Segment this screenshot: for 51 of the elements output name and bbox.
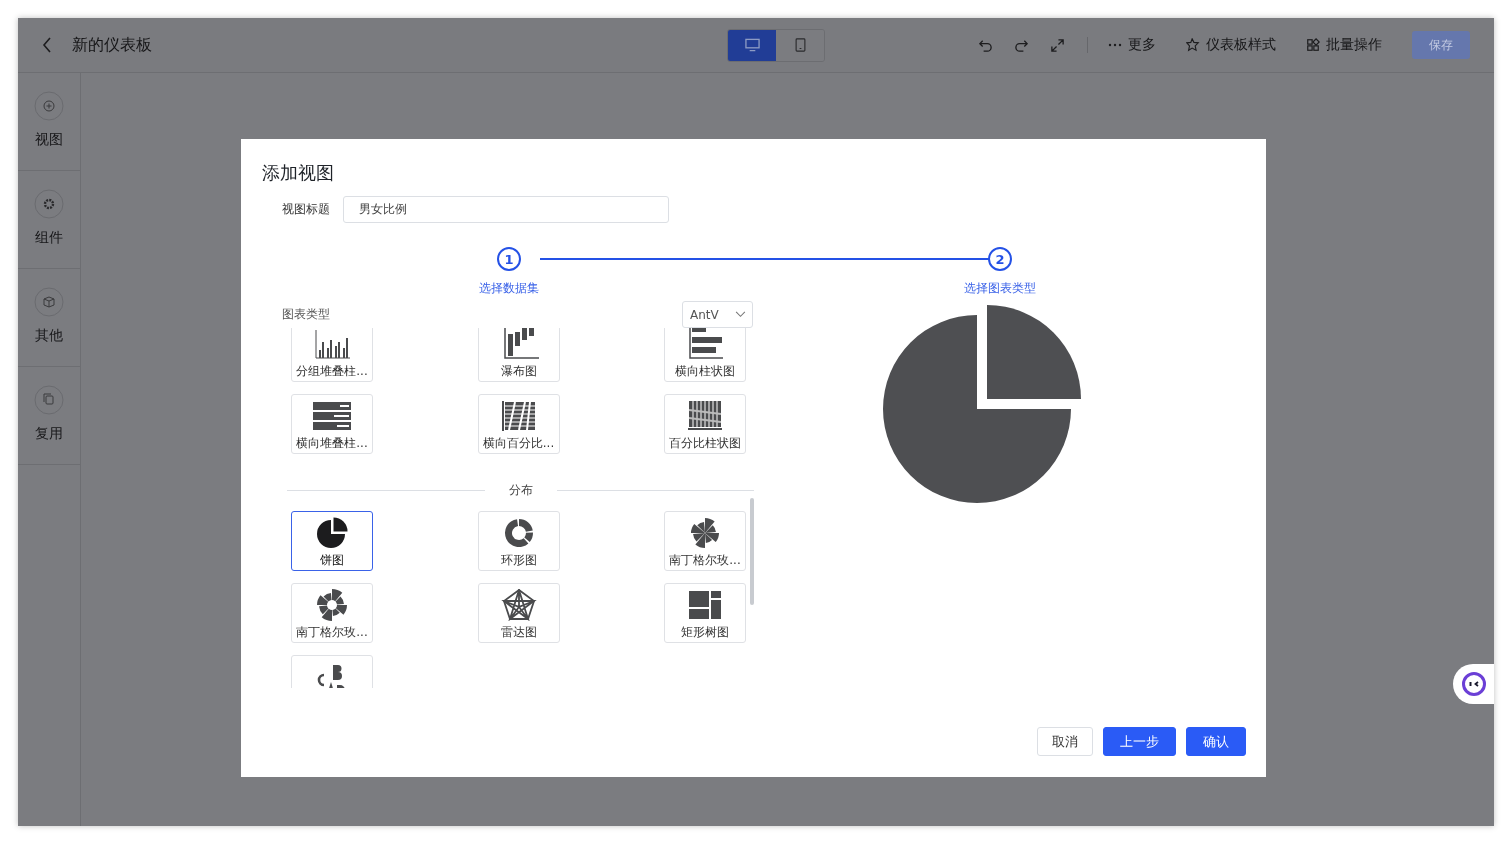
scrollbar[interactable] xyxy=(750,498,754,605)
grouped-stacked-bar-icon xyxy=(312,328,352,360)
chart-type-label: 图表类型 xyxy=(282,306,330,323)
chart-type-tile[interactable]: 环形图 xyxy=(477,511,560,571)
library-dropdown[interactable]: AntV xyxy=(682,301,753,328)
sidebar-label[interactable]: 视图 xyxy=(35,131,63,149)
section-title: 分布 xyxy=(507,481,534,499)
box-icon[interactable] xyxy=(34,287,64,317)
back-icon[interactable] xyxy=(42,37,52,53)
chart-type-tile[interactable]: 分组堆叠柱... xyxy=(291,328,373,382)
step-label: 选择数据集 xyxy=(479,280,539,297)
desktop-view-button[interactable] xyxy=(728,29,776,61)
chart-type-tile[interactable]: 饼图 xyxy=(291,511,373,571)
chart-type-tile[interactable]: 横向柱状图 xyxy=(664,328,746,382)
sidebar-label[interactable]: 复用 xyxy=(35,425,63,443)
previous-step-button[interactable]: 上一步 xyxy=(1103,727,1176,756)
add-icon[interactable] xyxy=(34,91,64,121)
chart-type-tile[interactable]: 矩形树图 xyxy=(664,583,746,643)
chart-type-tile[interactable]: 百分比柱状图 xyxy=(664,394,746,454)
assistant-button[interactable] xyxy=(1453,664,1494,704)
star-icon xyxy=(1186,38,1200,52)
step-number: 2 xyxy=(988,247,1012,271)
grid-icon xyxy=(1306,38,1320,52)
confirm-button[interactable]: 确认 xyxy=(1186,727,1246,756)
sidebar-label[interactable]: 其他 xyxy=(35,327,63,345)
chart-type-tile[interactable]: 横向堆叠柱... xyxy=(291,394,373,454)
chart-type-tile[interactable]: 南丁格尔玫... xyxy=(664,511,746,571)
sidebar-label[interactable]: 组件 xyxy=(35,229,63,247)
dashboard-style-button[interactable]: 仪表板样式 xyxy=(1186,36,1276,54)
chart-type-tile[interactable]: 横向百分比... xyxy=(477,394,560,454)
step-number: 1 xyxy=(497,247,521,271)
horizontal-stacked-bar-icon xyxy=(312,400,352,432)
cancel-button[interactable]: 取消 xyxy=(1037,727,1093,756)
step-label: 选择图表类型 xyxy=(964,280,1036,297)
field-label: 视图标题 xyxy=(282,201,330,218)
batch-operation-button[interactable]: 批量操作 xyxy=(1306,36,1382,54)
fullscreen-icon[interactable] xyxy=(1050,37,1065,53)
chart-type-tile[interactable]: 瀑布图 xyxy=(477,328,560,382)
dialog-title: 添加视图 xyxy=(262,161,335,185)
chart-type-tile[interactable]: 南丁格尔玫... xyxy=(291,583,373,643)
view-title-field[interactable]: 男女比例 xyxy=(343,196,669,223)
caret-icon xyxy=(735,311,746,318)
chart-type-tile[interactable]: 雷达图 xyxy=(477,583,560,643)
more-button[interactable]: 更多 xyxy=(1108,36,1156,54)
monitor-icon xyxy=(744,38,760,52)
dashboard-title: 新的仪表板 xyxy=(72,34,152,56)
more-icon xyxy=(1108,42,1122,48)
settings-icon[interactable] xyxy=(34,189,64,219)
percent-column-icon xyxy=(685,400,725,432)
phone-icon xyxy=(792,38,808,52)
assistant-icon xyxy=(1460,671,1487,697)
